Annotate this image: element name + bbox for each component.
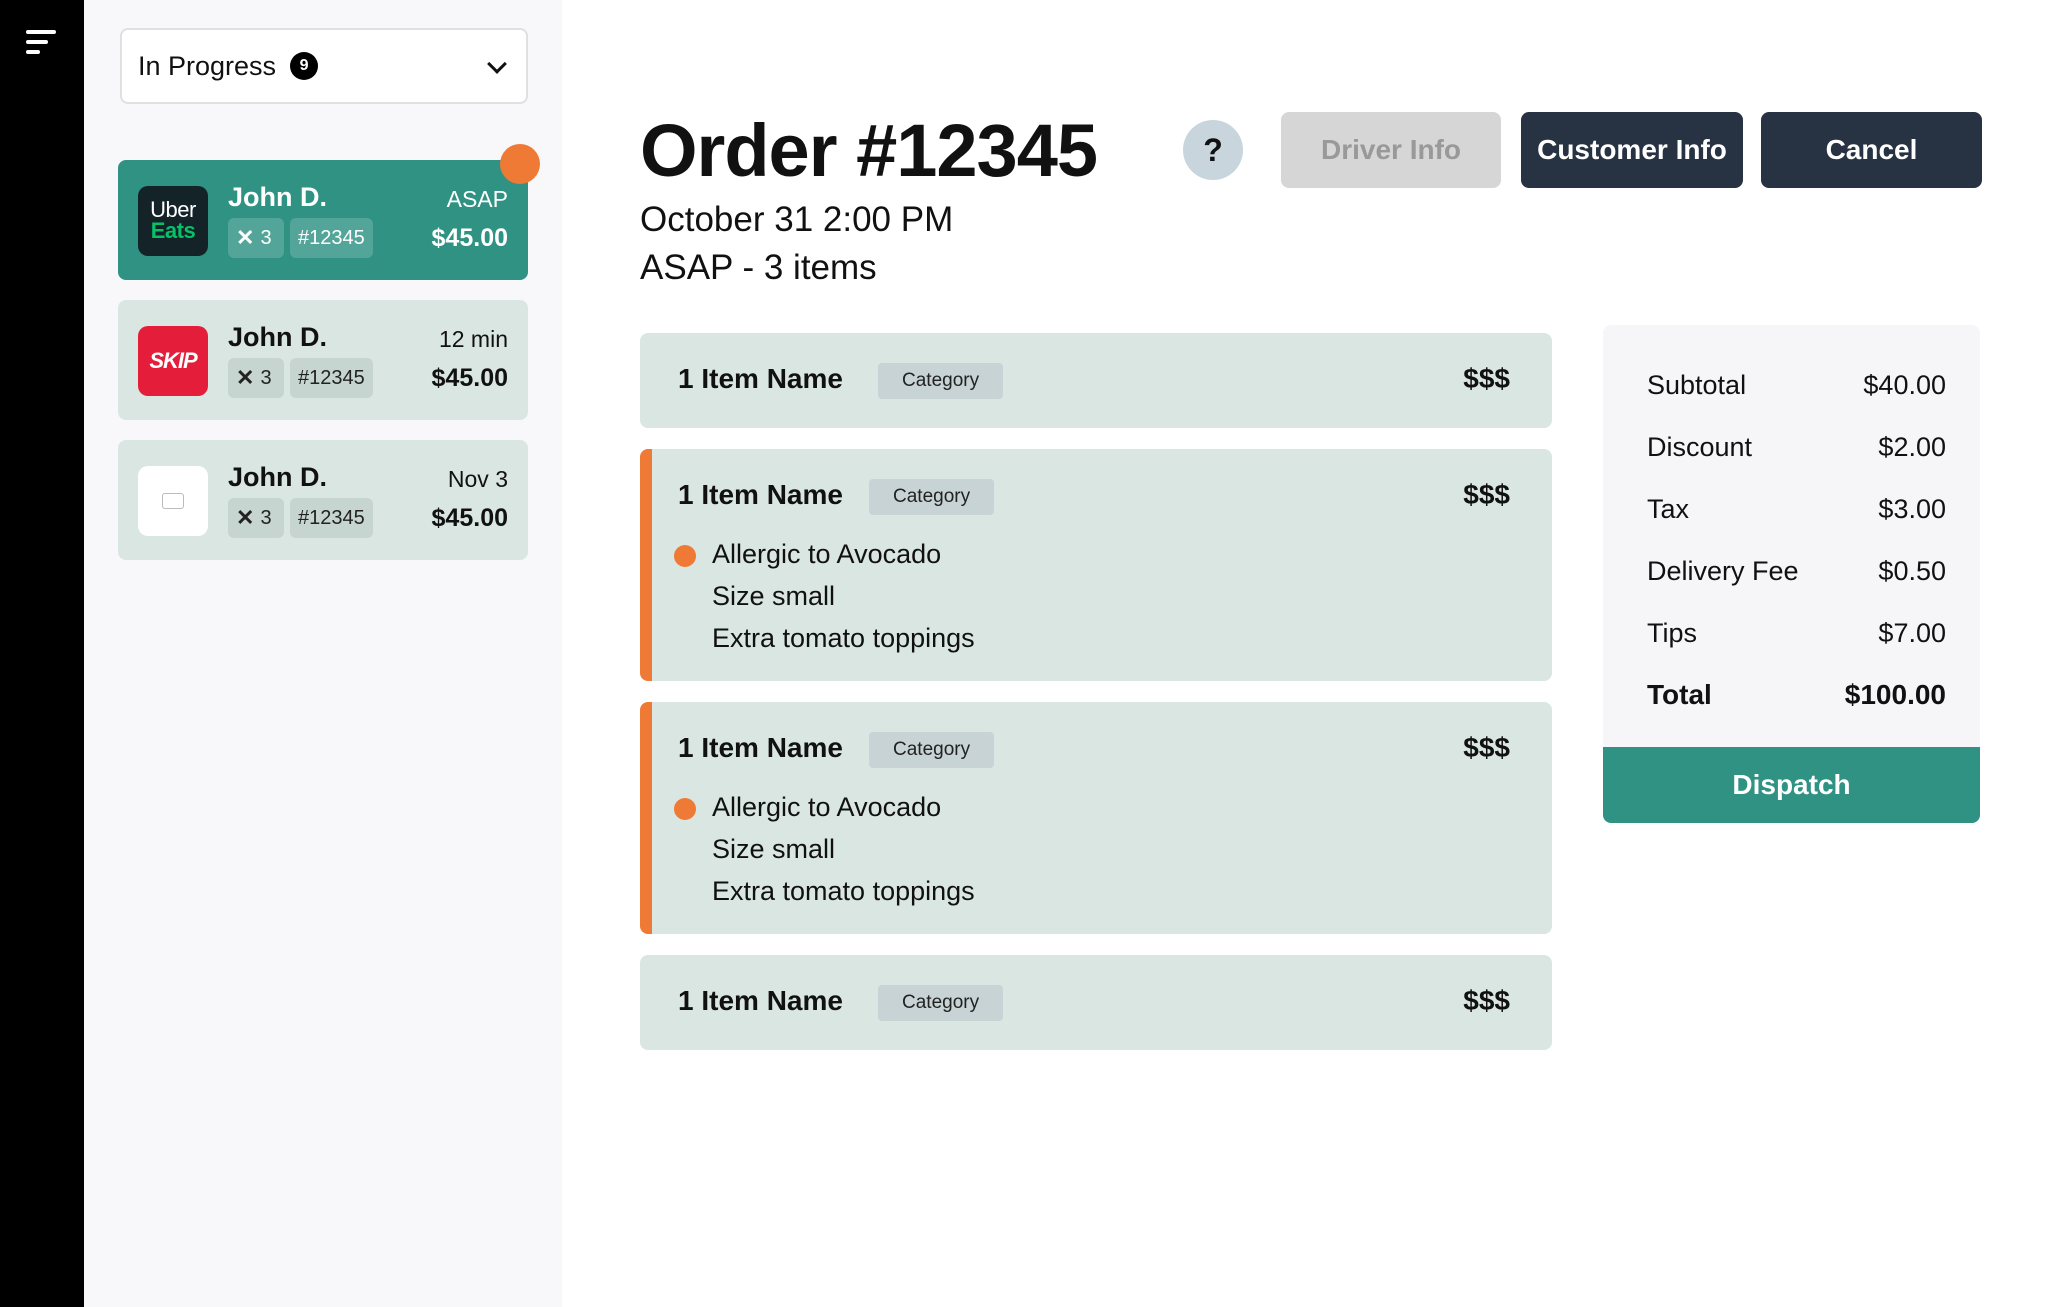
modifier-text: Allergic to Avocado bbox=[712, 792, 942, 822]
total-value: $100.00 bbox=[1844, 679, 1946, 710]
order-total: $45.00 bbox=[431, 224, 508, 252]
order-card-skip[interactable]: SKIP John D. 12 min ✕ 3 #12345 $45.00 bbox=[118, 300, 528, 420]
item-name: 1 Item Name bbox=[678, 363, 843, 394]
order-number-chip: #12345 bbox=[290, 218, 373, 258]
allergy-alert-icon bbox=[674, 798, 696, 820]
modifier-text: Allergic to Avocado bbox=[712, 539, 942, 569]
order-time: ASAP bbox=[446, 186, 508, 212]
item-modifiers: Allergic to Avocado Size small Extra tom… bbox=[674, 533, 975, 659]
summary-label: Tax bbox=[1647, 493, 1690, 524]
summary-label: Discount bbox=[1647, 431, 1753, 462]
order-item[interactable]: 1 Item Name Category $$$ Allergic to Avo… bbox=[640, 449, 1552, 681]
item-category-tag: Category bbox=[869, 479, 995, 515]
doordash-logo-mark bbox=[162, 493, 184, 509]
uber-eats-logo-line2: Eats bbox=[150, 218, 196, 243]
customer-name: John D. bbox=[228, 462, 327, 492]
customer-name: John D. bbox=[228, 322, 327, 352]
summary-value: $7.00 bbox=[1878, 617, 1946, 648]
summary-value: $2.00 bbox=[1878, 431, 1946, 462]
order-number-chip: #12345 bbox=[290, 498, 373, 538]
item-category-tag: Category bbox=[878, 985, 1004, 1021]
item-name: 1 Item Name bbox=[678, 732, 843, 763]
driver-info-button[interactable]: Driver Info bbox=[1281, 112, 1501, 188]
summary-value: $0.50 bbox=[1878, 555, 1946, 586]
item-price: $$$ bbox=[1463, 985, 1510, 1016]
item-price: $$$ bbox=[1463, 479, 1510, 510]
order-total: $45.00 bbox=[431, 364, 508, 392]
order-meta: ASAP - 3 items bbox=[640, 248, 877, 287]
order-item[interactable]: 1 Item Name Category $$$ bbox=[640, 333, 1552, 428]
skip-logo-text: SKIP bbox=[149, 348, 197, 373]
close-icon: ✕ bbox=[236, 225, 255, 250]
summary-row-total: Total $100.00 bbox=[1647, 675, 1946, 715]
summary-row-discount: Discount $2.00 bbox=[1647, 427, 1946, 467]
summary-row-tax: Tax $3.00 bbox=[1647, 489, 1946, 529]
status-filter-dropdown[interactable]: In Progress 9 bbox=[120, 28, 528, 104]
item-count: 3 bbox=[260, 226, 272, 249]
status-filter-label: In Progress bbox=[138, 50, 277, 81]
summary-label: Tips bbox=[1647, 617, 1698, 648]
order-summary-panel: Subtotal $40.00 Discount $2.00 Tax $3.00 De… bbox=[1603, 325, 1980, 823]
summary-label: Subtotal bbox=[1647, 369, 1747, 400]
close-icon: ✕ bbox=[236, 505, 255, 530]
item-modifiers: Allergic to Avocado Size small Extra tom… bbox=[674, 786, 975, 912]
summary-row-tips: Tips $7.00 bbox=[1647, 613, 1946, 653]
doordash-logo bbox=[138, 466, 208, 536]
order-title: Order #12345 bbox=[640, 109, 1098, 192]
item-category-tag: Category bbox=[869, 732, 995, 768]
order-item[interactable]: 1 Item Name Category $$$ bbox=[640, 955, 1552, 1050]
total-label: Total bbox=[1647, 679, 1712, 710]
summary-value: $40.00 bbox=[1863, 369, 1946, 400]
order-card-uber-eats[interactable]: Uber Eats John D. ASAP ✕ 3 #12345 $45.00 bbox=[118, 160, 528, 280]
nav-rail bbox=[0, 0, 84, 1307]
customer-info-button[interactable]: Customer Info bbox=[1521, 112, 1743, 188]
uber-eats-logo: Uber Eats bbox=[138, 186, 208, 256]
item-count-chip: ✕ 3 bbox=[228, 358, 284, 398]
summary-label: Delivery Fee bbox=[1647, 555, 1799, 586]
modifier-allergy: Allergic to Avocado bbox=[674, 786, 975, 828]
item-name: 1 Item Name bbox=[678, 479, 843, 510]
order-number-chip: #12345 bbox=[290, 358, 373, 398]
item-category-tag: Category bbox=[878, 363, 1004, 399]
order-date: October 31 2:00 PM bbox=[640, 200, 954, 239]
item-count-chip: ✕ 3 bbox=[228, 498, 284, 538]
order-item[interactable]: 1 Item Name Category $$$ Allergic to Avo… bbox=[640, 702, 1552, 934]
item-count: 3 bbox=[260, 506, 272, 529]
cancel-order-button[interactable]: Cancel bbox=[1761, 112, 1982, 188]
item-name: 1 Item Name bbox=[678, 985, 843, 1016]
modifier: Size small bbox=[712, 581, 836, 611]
order-time: 12 min bbox=[438, 326, 508, 352]
summary-row-subtotal: Subtotal $40.00 bbox=[1647, 365, 1946, 405]
chevron-down-icon bbox=[487, 54, 507, 74]
modifier-allergy: Allergic to Avocado bbox=[674, 533, 975, 575]
item-count-chip: ✕ 3 bbox=[228, 218, 284, 258]
dispatch-button[interactable]: Dispatch bbox=[1603, 747, 1980, 823]
order-count-badge: 9 bbox=[290, 52, 319, 80]
item-count: 3 bbox=[260, 366, 272, 389]
modifier: Extra tomato toppings bbox=[712, 623, 975, 653]
order-total: $45.00 bbox=[431, 504, 508, 532]
order-time: Nov 3 bbox=[447, 466, 508, 492]
item-price: $$$ bbox=[1463, 732, 1510, 763]
menu-icon[interactable] bbox=[26, 30, 58, 56]
orders-sidebar: In Progress 9 Uber Eats John D. ASAP ✕ 3 … bbox=[84, 0, 562, 1307]
close-icon: ✕ bbox=[236, 365, 255, 390]
new-order-notification-dot bbox=[500, 144, 540, 184]
modifier: Size small bbox=[712, 834, 836, 864]
skip-logo: SKIP bbox=[138, 326, 208, 396]
item-price: $$$ bbox=[1463, 363, 1510, 394]
modifier: Extra tomato toppings bbox=[712, 876, 975, 906]
order-card-doordash[interactable]: John D. Nov 3 ✕ 3 #12345 $45.00 bbox=[118, 440, 528, 560]
summary-value: $3.00 bbox=[1878, 493, 1946, 524]
customer-name: John D. bbox=[228, 182, 327, 212]
uber-eats-logo-line1: Uber bbox=[150, 197, 196, 222]
summary-row-delivery-fee: Delivery Fee $0.50 bbox=[1647, 551, 1946, 591]
help-icon[interactable]: ? bbox=[1183, 120, 1243, 180]
allergy-alert-icon bbox=[674, 545, 696, 567]
